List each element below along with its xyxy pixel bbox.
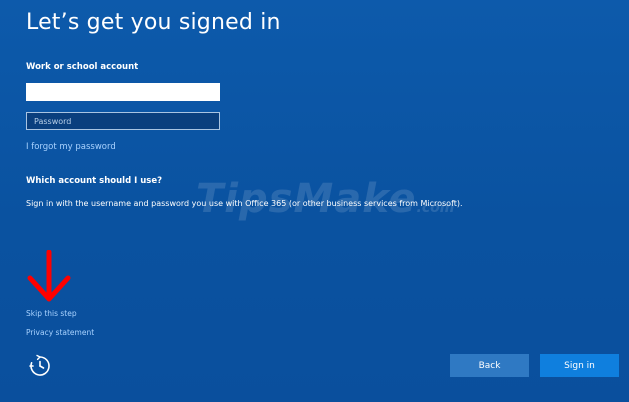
red-down-arrow-icon [27,250,71,302]
page-title: Let’s get you signed in [26,10,281,35]
email-field[interactable] [26,83,220,101]
which-account-heading: Which account should I use? [26,176,163,186]
ease-of-access-icon[interactable] [28,354,52,378]
privacy-statement-link[interactable]: Privacy statement [26,328,94,337]
sign-in-button[interactable]: Sign in [540,354,619,377]
password-field[interactable] [26,112,220,130]
skip-this-step-link[interactable]: Skip this step [26,309,77,318]
which-account-description: Sign in with the username and password y… [26,199,463,208]
signin-screen: Let’s get you signed in Work or school a… [0,0,629,402]
back-button[interactable]: Back [450,354,529,377]
work-account-label: Work or school account [26,62,139,72]
forgot-password-link[interactable]: I forgot my password [26,142,116,152]
